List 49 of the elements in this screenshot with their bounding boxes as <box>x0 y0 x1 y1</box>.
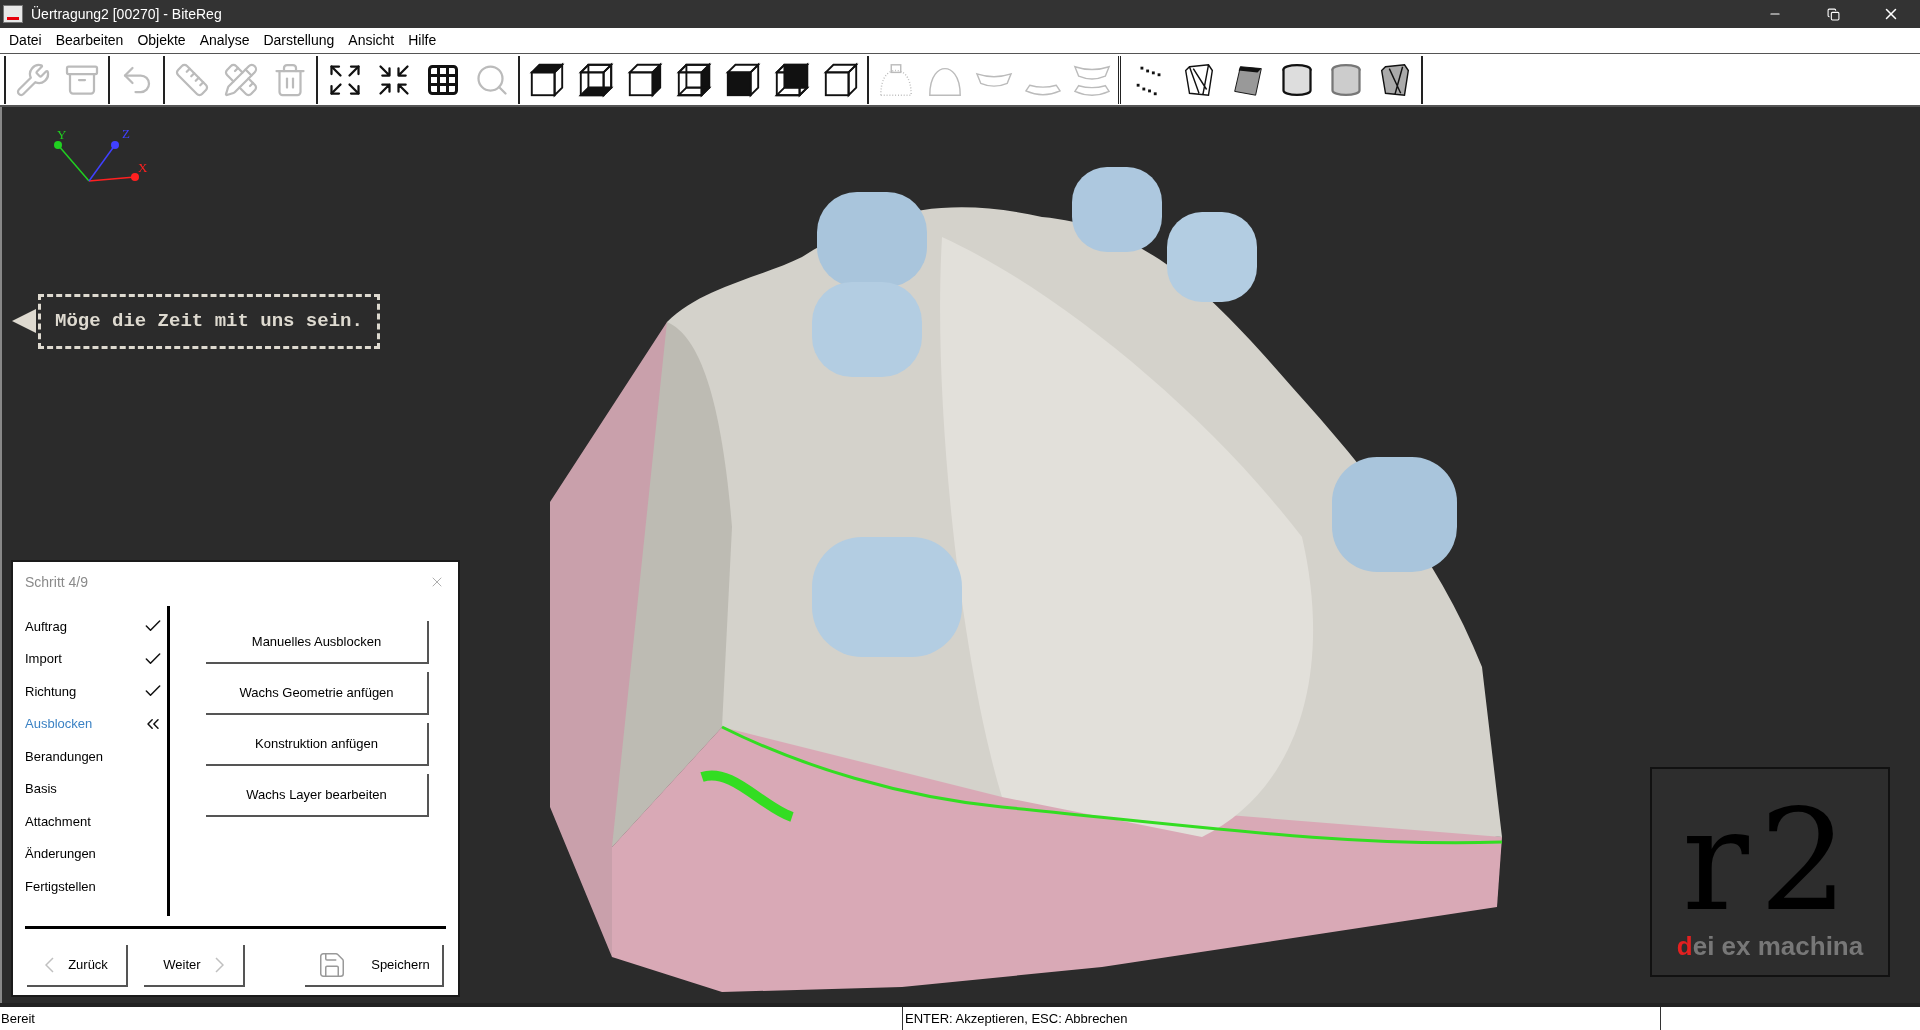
cube-icon <box>576 60 615 99</box>
cube-icon <box>772 60 811 99</box>
action-button[interactable]: Wachs Layer bearbeiten <box>206 774 429 817</box>
step-item[interactable]: Import <box>25 642 163 675</box>
step-item[interactable]: Ausblocken <box>25 707 163 740</box>
menu-item[interactable]: Objekte <box>130 30 193 51</box>
action-button[interactable]: Wachs Geometrie anfügen <box>206 672 429 715</box>
axis-label: Y <box>57 127 67 142</box>
chevron-left-icon <box>45 957 55 973</box>
step-item[interactable]: Richtung <box>25 675 163 708</box>
axis-label: Z <box>122 126 130 141</box>
step-item[interactable]: Auftrag <box>25 610 163 643</box>
app-logo-icon <box>3 5 23 23</box>
pointer-triangle-icon <box>12 309 36 334</box>
teeth-icon <box>1023 82 1062 97</box>
cube-icon <box>625 60 664 99</box>
cube-icon <box>674 60 713 99</box>
chevron-right-icon <box>214 957 224 973</box>
status-hint: ENTER: Akzeptieren, ESC: Abbrechen <box>902 1007 1660 1030</box>
menu-item[interactable]: Analyse <box>192 30 257 51</box>
back-button[interactable]: Zurück <box>27 945 128 987</box>
status-text: Bereit <box>0 1009 36 1028</box>
cube-icon <box>723 60 762 99</box>
step-item[interactable]: Fertigstellen <box>25 870 163 903</box>
cube-icon <box>821 60 860 99</box>
window-title: Üertragung2 [00270] - BiteReg <box>31 4 222 24</box>
teeth-icon <box>974 70 1013 89</box>
menu-item[interactable]: Bearbeiten <box>48 30 131 51</box>
step-item[interactable]: Änderungen <box>25 837 163 870</box>
menu-item[interactable]: Datei <box>2 30 49 51</box>
axis-label: X <box>138 160 148 175</box>
step-item[interactable]: Attachment <box>25 805 163 838</box>
cube-icon <box>527 60 566 99</box>
logo-tagline: dei ex machina <box>1676 931 1864 961</box>
menu-item[interactable]: Hilfe <box>401 30 444 51</box>
restore-icon <box>1826 7 1840 21</box>
step-item[interactable]: Basis <box>25 772 163 805</box>
step-item[interactable]: Berandungen <box>25 740 163 773</box>
wrench-icon <box>14 61 51 98</box>
next-button[interactable]: Weiter <box>144 945 245 987</box>
action-button[interactable]: Konstruktion anfügen <box>206 723 429 766</box>
save-button[interactable]: Speichern <box>305 945 444 987</box>
ruler-icon <box>173 61 210 98</box>
pencil-ruler-icon <box>222 61 259 98</box>
hint-callout: Möge die Zeit mit uns sein. <box>38 294 380 349</box>
action-button[interactable]: Manuelles Ausblocken <box>206 621 429 664</box>
menu-item[interactable]: Ansicht <box>341 30 402 51</box>
menu-item[interactable]: Darstellung <box>256 30 342 51</box>
panel-title: Schritt 4/9 <box>25 572 89 592</box>
